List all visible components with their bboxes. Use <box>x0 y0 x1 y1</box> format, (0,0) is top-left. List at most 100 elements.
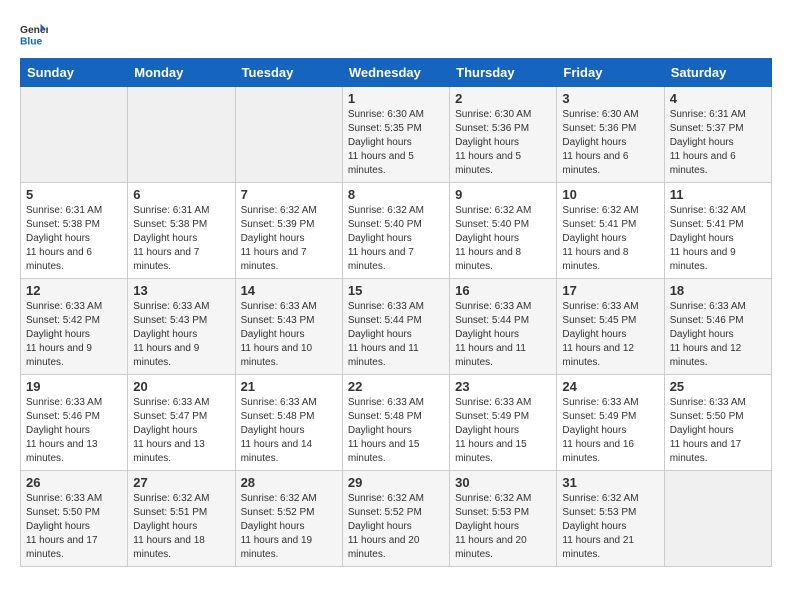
day-number: 28 <box>241 475 337 490</box>
day-number: 30 <box>455 475 551 490</box>
cell-content: Sunrise: 6:33 AM Sunset: 5:46 PM Dayligh… <box>670 300 766 370</box>
cell-content: Sunrise: 6:32 AM Sunset: 5:40 PM Dayligh… <box>455 204 551 274</box>
calendar-week-1: 1 Sunrise: 6:30 AM Sunset: 5:35 PM Dayli… <box>21 87 772 183</box>
cell-content: Sunrise: 6:32 AM Sunset: 5:52 PM Dayligh… <box>348 492 444 562</box>
day-number: 29 <box>348 475 444 490</box>
day-number: 26 <box>26 475 122 490</box>
cell-content: Sunrise: 6:33 AM Sunset: 5:43 PM Dayligh… <box>241 300 337 370</box>
calendar-week-5: 26 Sunrise: 6:33 AM Sunset: 5:50 PM Dayl… <box>21 471 772 567</box>
cell-content: Sunrise: 6:32 AM Sunset: 5:51 PM Dayligh… <box>133 492 229 562</box>
calendar-cell: 25 Sunrise: 6:33 AM Sunset: 5:50 PM Dayl… <box>664 375 771 471</box>
calendar-cell <box>664 471 771 567</box>
day-number: 11 <box>670 187 766 202</box>
calendar-cell: 13 Sunrise: 6:33 AM Sunset: 5:43 PM Dayl… <box>128 279 235 375</box>
cell-content: Sunrise: 6:33 AM Sunset: 5:49 PM Dayligh… <box>455 396 551 466</box>
calendar-cell: 19 Sunrise: 6:33 AM Sunset: 5:46 PM Dayl… <box>21 375 128 471</box>
day-number: 20 <box>133 379 229 394</box>
cell-content: Sunrise: 6:32 AM Sunset: 5:53 PM Dayligh… <box>562 492 658 562</box>
calendar-cell: 2 Sunrise: 6:30 AM Sunset: 5:36 PM Dayli… <box>450 87 557 183</box>
calendar-cell: 24 Sunrise: 6:33 AM Sunset: 5:49 PM Dayl… <box>557 375 664 471</box>
calendar-cell: 12 Sunrise: 6:33 AM Sunset: 5:42 PM Dayl… <box>21 279 128 375</box>
day-number: 27 <box>133 475 229 490</box>
day-number: 14 <box>241 283 337 298</box>
calendar-cell: 21 Sunrise: 6:33 AM Sunset: 5:48 PM Dayl… <box>235 375 342 471</box>
cell-content: Sunrise: 6:32 AM Sunset: 5:52 PM Dayligh… <box>241 492 337 562</box>
calendar-cell: 22 Sunrise: 6:33 AM Sunset: 5:48 PM Dayl… <box>342 375 449 471</box>
cell-content: Sunrise: 6:33 AM Sunset: 5:48 PM Dayligh… <box>348 396 444 466</box>
day-number: 7 <box>241 187 337 202</box>
svg-text:Blue: Blue <box>20 36 43 47</box>
day-number: 5 <box>26 187 122 202</box>
day-number: 3 <box>562 91 658 106</box>
page-header: General Blue <box>20 20 772 48</box>
cell-content: Sunrise: 6:31 AM Sunset: 5:38 PM Dayligh… <box>26 204 122 274</box>
day-number: 19 <box>26 379 122 394</box>
calendar-cell: 28 Sunrise: 6:32 AM Sunset: 5:52 PM Dayl… <box>235 471 342 567</box>
calendar-cell: 8 Sunrise: 6:32 AM Sunset: 5:40 PM Dayli… <box>342 183 449 279</box>
weekday-header-monday: Monday <box>128 59 235 87</box>
weekday-header-row: SundayMondayTuesdayWednesdayThursdayFrid… <box>21 59 772 87</box>
calendar-cell: 23 Sunrise: 6:33 AM Sunset: 5:49 PM Dayl… <box>450 375 557 471</box>
day-number: 12 <box>26 283 122 298</box>
logo-icon: General Blue <box>20 20 48 48</box>
calendar-cell: 31 Sunrise: 6:32 AM Sunset: 5:53 PM Dayl… <box>557 471 664 567</box>
calendar-cell: 16 Sunrise: 6:33 AM Sunset: 5:44 PM Dayl… <box>450 279 557 375</box>
calendar-cell <box>128 87 235 183</box>
calendar-cell: 10 Sunrise: 6:32 AM Sunset: 5:41 PM Dayl… <box>557 183 664 279</box>
cell-content: Sunrise: 6:33 AM Sunset: 5:44 PM Dayligh… <box>455 300 551 370</box>
calendar-cell: 29 Sunrise: 6:32 AM Sunset: 5:52 PM Dayl… <box>342 471 449 567</box>
cell-content: Sunrise: 6:32 AM Sunset: 5:41 PM Dayligh… <box>670 204 766 274</box>
day-number: 15 <box>348 283 444 298</box>
day-number: 13 <box>133 283 229 298</box>
calendar-week-4: 19 Sunrise: 6:33 AM Sunset: 5:46 PM Dayl… <box>21 375 772 471</box>
calendar-cell: 14 Sunrise: 6:33 AM Sunset: 5:43 PM Dayl… <box>235 279 342 375</box>
cell-content: Sunrise: 6:33 AM Sunset: 5:45 PM Dayligh… <box>562 300 658 370</box>
cell-content: Sunrise: 6:32 AM Sunset: 5:41 PM Dayligh… <box>562 204 658 274</box>
weekday-header-saturday: Saturday <box>664 59 771 87</box>
day-number: 21 <box>241 379 337 394</box>
calendar-cell: 6 Sunrise: 6:31 AM Sunset: 5:38 PM Dayli… <box>128 183 235 279</box>
day-number: 17 <box>562 283 658 298</box>
calendar-cell: 26 Sunrise: 6:33 AM Sunset: 5:50 PM Dayl… <box>21 471 128 567</box>
calendar-cell: 4 Sunrise: 6:31 AM Sunset: 5:37 PM Dayli… <box>664 87 771 183</box>
day-number: 9 <box>455 187 551 202</box>
cell-content: Sunrise: 6:32 AM Sunset: 5:40 PM Dayligh… <box>348 204 444 274</box>
day-number: 1 <box>348 91 444 106</box>
weekday-header-sunday: Sunday <box>21 59 128 87</box>
cell-content: Sunrise: 6:33 AM Sunset: 5:46 PM Dayligh… <box>26 396 122 466</box>
day-number: 18 <box>670 283 766 298</box>
day-number: 23 <box>455 379 551 394</box>
calendar-table: SundayMondayTuesdayWednesdayThursdayFrid… <box>20 58 772 567</box>
cell-content: Sunrise: 6:33 AM Sunset: 5:50 PM Dayligh… <box>26 492 122 562</box>
cell-content: Sunrise: 6:30 AM Sunset: 5:35 PM Dayligh… <box>348 108 444 178</box>
cell-content: Sunrise: 6:33 AM Sunset: 5:48 PM Dayligh… <box>241 396 337 466</box>
weekday-header-friday: Friday <box>557 59 664 87</box>
cell-content: Sunrise: 6:31 AM Sunset: 5:38 PM Dayligh… <box>133 204 229 274</box>
day-number: 31 <box>562 475 658 490</box>
calendar-cell: 27 Sunrise: 6:32 AM Sunset: 5:51 PM Dayl… <box>128 471 235 567</box>
cell-content: Sunrise: 6:33 AM Sunset: 5:43 PM Dayligh… <box>133 300 229 370</box>
cell-content: Sunrise: 6:33 AM Sunset: 5:47 PM Dayligh… <box>133 396 229 466</box>
day-number: 8 <box>348 187 444 202</box>
day-number: 25 <box>670 379 766 394</box>
calendar-week-2: 5 Sunrise: 6:31 AM Sunset: 5:38 PM Dayli… <box>21 183 772 279</box>
calendar-cell <box>235 87 342 183</box>
calendar-cell: 15 Sunrise: 6:33 AM Sunset: 5:44 PM Dayl… <box>342 279 449 375</box>
svg-text:General: General <box>20 25 48 36</box>
cell-content: Sunrise: 6:32 AM Sunset: 5:39 PM Dayligh… <box>241 204 337 274</box>
day-number: 10 <box>562 187 658 202</box>
cell-content: Sunrise: 6:32 AM Sunset: 5:53 PM Dayligh… <box>455 492 551 562</box>
day-number: 24 <box>562 379 658 394</box>
day-number: 16 <box>455 283 551 298</box>
weekday-header-tuesday: Tuesday <box>235 59 342 87</box>
calendar-cell: 7 Sunrise: 6:32 AM Sunset: 5:39 PM Dayli… <box>235 183 342 279</box>
calendar-cell: 9 Sunrise: 6:32 AM Sunset: 5:40 PM Dayli… <box>450 183 557 279</box>
calendar-week-3: 12 Sunrise: 6:33 AM Sunset: 5:42 PM Dayl… <box>21 279 772 375</box>
calendar-cell: 18 Sunrise: 6:33 AM Sunset: 5:46 PM Dayl… <box>664 279 771 375</box>
calendar-cell: 17 Sunrise: 6:33 AM Sunset: 5:45 PM Dayl… <box>557 279 664 375</box>
calendar-cell: 1 Sunrise: 6:30 AM Sunset: 5:35 PM Dayli… <box>342 87 449 183</box>
calendar-cell <box>21 87 128 183</box>
logo: General Blue <box>20 20 52 48</box>
day-number: 22 <box>348 379 444 394</box>
cell-content: Sunrise: 6:33 AM Sunset: 5:49 PM Dayligh… <box>562 396 658 466</box>
